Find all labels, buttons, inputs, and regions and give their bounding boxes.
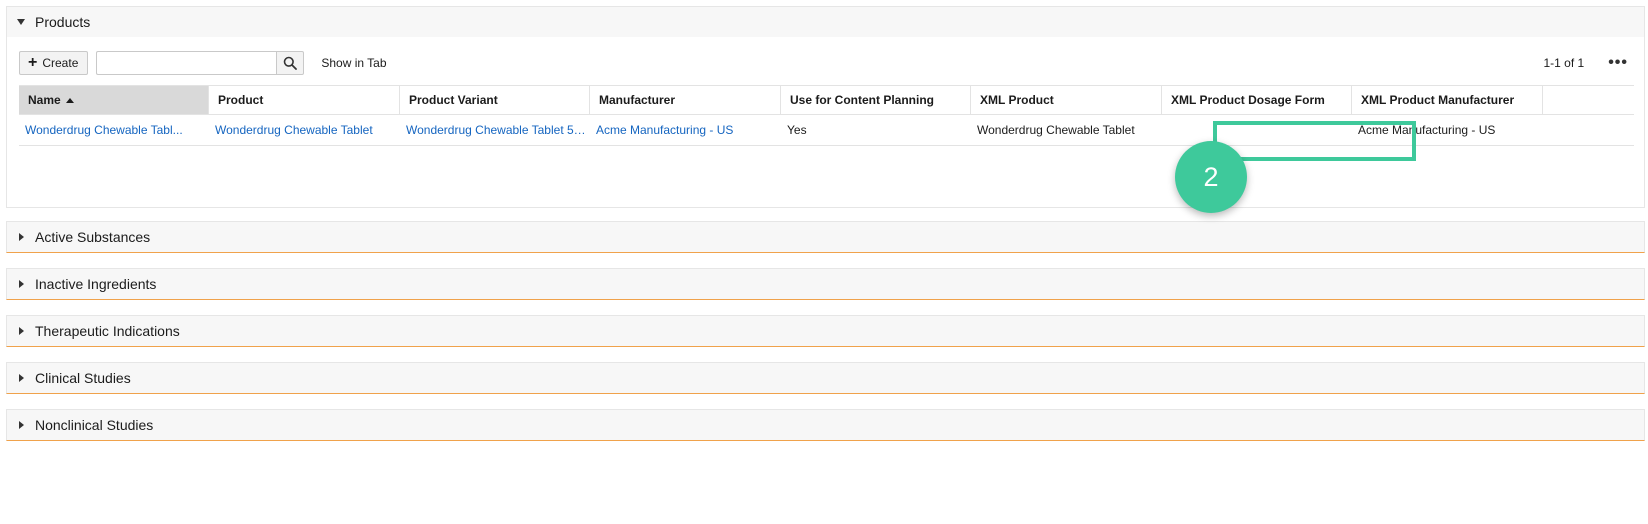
- cell-name[interactable]: Wonderdrug Chewable Tabl...: [19, 115, 209, 145]
- column-header-use-for-content-planning[interactable]: Use for Content Planning: [781, 86, 971, 114]
- column-header-xml-product-manufacturer[interactable]: XML Product Manufacturer: [1352, 86, 1543, 114]
- show-in-tab-link[interactable]: Show in Tab: [321, 56, 386, 70]
- section-title: Nonclinical Studies: [35, 417, 154, 433]
- cell-xml-product: Wonderdrug Chewable Tablet: [971, 115, 1162, 145]
- more-options-icon[interactable]: •••: [1608, 55, 1628, 71]
- cell-link[interactable]: Wonderdrug Chewable Tablet: [215, 123, 373, 137]
- section-title: Products: [35, 14, 91, 30]
- column-header-product[interactable]: Product: [209, 86, 400, 114]
- chevron-right-icon: [7, 374, 35, 382]
- pager-count: 1-1 of 1: [1543, 56, 1585, 70]
- section-header-active-substances[interactable]: Active Substances: [6, 221, 1645, 253]
- column-header-label: XML Product Dosage Form: [1171, 93, 1325, 107]
- column-header-product-variant[interactable]: Product Variant: [400, 86, 590, 114]
- cell-link[interactable]: Wonderdrug Chewable Tabl...: [25, 123, 183, 137]
- table-header-row: Name Product Product Variant Manufacture…: [19, 85, 1634, 115]
- section-header-clinical-studies[interactable]: Clinical Studies: [6, 362, 1645, 394]
- column-header-label: Product: [218, 93, 264, 107]
- cell-product[interactable]: Wonderdrug Chewable Tablet: [209, 115, 400, 145]
- section-title: Active Substances: [35, 229, 151, 245]
- chevron-right-icon: [7, 233, 35, 241]
- search-box: [96, 51, 305, 75]
- section-header-inactive-ingredients[interactable]: Inactive Ingredients: [6, 268, 1645, 300]
- section-title: Inactive Ingredients: [35, 276, 157, 292]
- column-header-xml-product[interactable]: XML Product: [971, 86, 1162, 114]
- chevron-right-icon: [7, 327, 35, 335]
- cell-link[interactable]: Wonderdrug Chewable Tablet 50...: [406, 123, 588, 137]
- search-icon: [284, 56, 298, 70]
- create-button[interactable]: + Create: [19, 51, 89, 75]
- sort-ascending-icon: [65, 97, 74, 103]
- column-header-label: Name: [28, 93, 61, 107]
- highlight-box: [1213, 121, 1416, 161]
- column-header-label: Use for Content Planning: [790, 93, 934, 107]
- chevron-down-icon: [7, 19, 35, 25]
- column-header-name[interactable]: Name: [19, 86, 209, 114]
- chevron-right-icon: [7, 280, 35, 288]
- column-header-label: Manufacturer: [599, 93, 676, 107]
- search-input[interactable]: [96, 51, 277, 75]
- column-header-label: Product Variant: [409, 93, 498, 107]
- column-header-filler: [1543, 86, 1634, 114]
- column-header-label: XML Product Manufacturer: [1361, 93, 1515, 107]
- section-title: Therapeutic Indications: [35, 323, 180, 339]
- plus-icon: +: [28, 53, 38, 71]
- create-button-label: Create: [42, 56, 79, 70]
- section-header-nonclinical-studies[interactable]: Nonclinical Studies: [6, 409, 1645, 441]
- cell-text: Yes: [787, 123, 807, 137]
- section-header-therapeutic-indications[interactable]: Therapeutic Indications: [6, 315, 1645, 347]
- step-badge: 2: [1175, 141, 1247, 213]
- column-header-xml-product-dosage-form[interactable]: XML Product Dosage Form: [1162, 86, 1352, 114]
- chevron-right-icon: [7, 421, 35, 429]
- section-title: Clinical Studies: [35, 370, 131, 386]
- section-header-products[interactable]: Products: [6, 6, 1645, 38]
- cell-product-variant[interactable]: Wonderdrug Chewable Tablet 50...: [400, 115, 590, 145]
- column-header-manufacturer[interactable]: Manufacturer: [590, 86, 781, 114]
- cell-use-for-content-planning: Yes: [781, 115, 971, 145]
- cell-link[interactable]: Acme Manufacturing - US: [596, 123, 733, 137]
- page: Products + Create Show in Tab 1-1 of 1 •…: [0, 0, 1648, 524]
- cell-manufacturer[interactable]: Acme Manufacturing - US: [590, 115, 781, 145]
- search-button[interactable]: [276, 51, 305, 75]
- products-toolbar: + Create Show in Tab 1-1 of 1 •••: [19, 51, 1634, 75]
- cell-text: Wonderdrug Chewable Tablet: [977, 123, 1135, 137]
- column-header-label: XML Product: [980, 93, 1054, 107]
